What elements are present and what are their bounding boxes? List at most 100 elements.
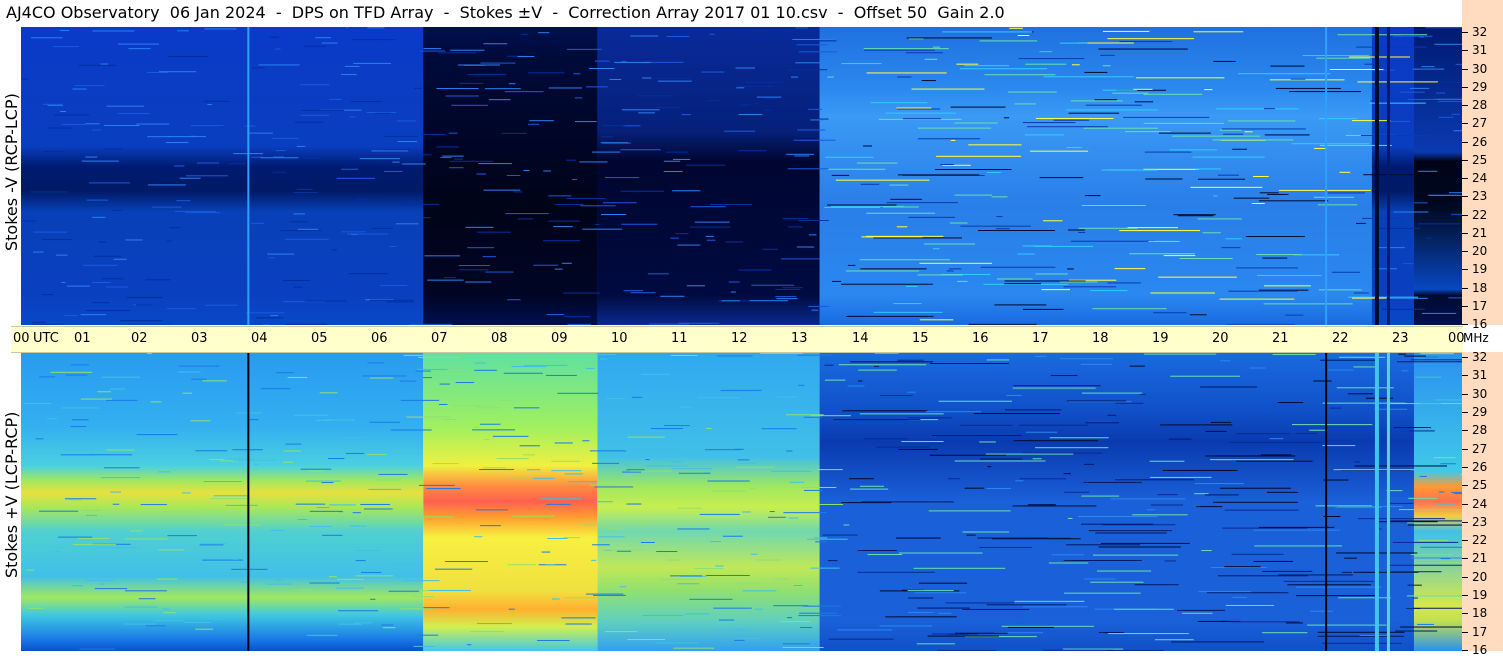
time-tick-label: 06 <box>371 331 388 346</box>
heatmap-cell <box>1213 195 1218 197</box>
heatmap-cell <box>1150 292 1215 294</box>
heatmap-cell <box>1124 131 1171 133</box>
heatmap-cell <box>412 596 435 598</box>
heatmap-cell <box>782 647 824 649</box>
heatmap-cell <box>718 619 735 621</box>
heatmap-cell <box>233 459 277 461</box>
heatmap-cell <box>282 461 294 463</box>
heatmap-cell <box>167 56 208 58</box>
bottom-panel-ylabel: Stokes +V (LCP-RCP) <box>2 411 21 578</box>
heatmap-cell <box>1110 498 1186 500</box>
heatmap-cell <box>1230 621 1300 623</box>
heatmap-cell <box>1407 524 1462 526</box>
heatmap-cell <box>124 606 158 608</box>
heatmap-cell <box>403 354 424 356</box>
heatmap-cell <box>1404 355 1426 357</box>
heatmap-cell <box>660 295 685 297</box>
heatmap-cell <box>322 534 343 536</box>
heatmap-cell <box>163 608 170 610</box>
heatmap-cell <box>954 194 993 196</box>
heatmap-cell <box>275 48 281 50</box>
heatmap-cell <box>1363 174 1426 176</box>
heatmap-cell <box>1364 63 1374 65</box>
heatmap-cell <box>596 353 616 355</box>
heatmap-cell <box>383 149 411 151</box>
heatmap-cell <box>1291 424 1373 426</box>
freq-tick-mark <box>1462 504 1468 505</box>
freq-tick-label: 30 <box>1472 387 1488 401</box>
heatmap-cell <box>321 482 334 484</box>
heatmap-cell <box>835 179 930 181</box>
heatmap-cell <box>986 488 1011 490</box>
heatmap-cell <box>1351 297 1387 299</box>
heatmap-cell <box>567 323 591 325</box>
heatmap-cell <box>359 158 400 160</box>
heatmap-cell <box>183 622 211 624</box>
heatmap-cell <box>1143 353 1217 355</box>
heatmap-cell <box>309 526 332 528</box>
heatmap-cell <box>46 418 58 420</box>
heatmap-cell <box>117 113 151 115</box>
heatmap-cell <box>663 160 681 162</box>
heatmap-cell <box>1170 375 1240 377</box>
heatmap-cell <box>738 113 763 115</box>
heatmap-cell <box>1181 612 1213 614</box>
heatmap-cell <box>591 559 597 561</box>
freq-tick-mark <box>1462 251 1468 252</box>
heatmap-cell <box>822 534 858 536</box>
heatmap-cell <box>566 197 606 199</box>
heatmap-cell <box>540 498 582 500</box>
heatmap-cell <box>824 379 846 381</box>
heatmap-cell <box>203 100 230 102</box>
heatmap-cell <box>1270 65 1305 67</box>
heatmap-cell <box>340 73 357 75</box>
heatmap-cell <box>606 445 632 447</box>
heatmap-cell <box>907 590 954 592</box>
heatmap-cell <box>1153 312 1187 314</box>
heatmap-cell <box>737 459 750 461</box>
freq-tick-mark <box>1462 160 1468 161</box>
heatmap-cell <box>110 491 121 493</box>
heatmap-cell <box>384 135 418 137</box>
heatmap-cell <box>166 308 196 310</box>
heatmap-cell <box>623 290 644 292</box>
heatmap-cell <box>1393 35 1433 37</box>
heatmap-cell <box>1049 437 1109 439</box>
heatmap-cell <box>426 488 461 490</box>
heatmap-cell <box>1264 108 1276 110</box>
heatmap-cell <box>467 74 507 76</box>
heatmap-cell <box>818 118 829 120</box>
heatmap-cell <box>968 323 1037 325</box>
heatmap-cell <box>793 139 836 141</box>
heatmap-cell <box>315 37 331 39</box>
heatmap-cell <box>788 517 799 519</box>
top-frequency-axis: 32 31 30 29 28 27 26 25 24 23 22 21 20 19 18 17 16 <box>1462 26 1503 330</box>
heatmap-cell <box>973 413 1060 415</box>
heatmap-cell <box>353 62 392 64</box>
heatmap-cell <box>1169 149 1217 151</box>
heatmap-cell <box>738 269 772 271</box>
heatmap-cell <box>251 222 265 224</box>
heatmap-cell <box>353 622 372 624</box>
heatmap-cell <box>269 36 279 38</box>
heatmap-cell <box>162 511 197 513</box>
heatmap-cell <box>962 531 1010 533</box>
heatmap-cell <box>1286 622 1303 624</box>
freq-tick-label: 17 <box>1472 299 1488 313</box>
heatmap-cell <box>670 237 679 239</box>
heatmap-cell <box>1134 584 1179 586</box>
heatmap-cell <box>1107 282 1141 284</box>
heatmap-cell <box>1418 540 1448 542</box>
heatmap-cell <box>773 605 809 607</box>
heatmap-cell <box>357 198 370 200</box>
freq-tick-label: 31 <box>1472 368 1488 382</box>
freq-tick-label: 25 <box>1472 478 1488 492</box>
heatmap-cell <box>1194 493 1209 495</box>
heatmap-cell <box>548 220 580 222</box>
heatmap-cell <box>677 244 701 246</box>
heatmap-cell <box>247 352 250 651</box>
heatmap-cell <box>593 594 626 596</box>
heatmap-cell <box>231 568 268 570</box>
heatmap-cell <box>1348 296 1419 298</box>
heatmap-cell <box>786 617 793 619</box>
